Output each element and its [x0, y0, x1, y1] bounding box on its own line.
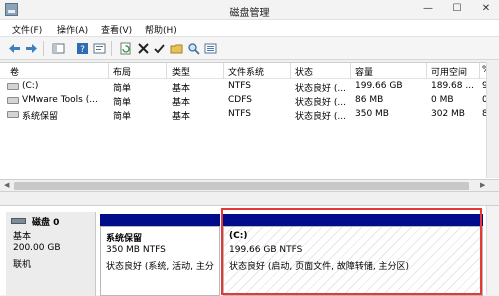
- horizontal-scrollbar[interactable]: ◀ ▶: [0, 180, 499, 192]
- back-arrow-icon[interactable]: [8, 42, 21, 55]
- volume-list: 卷 布局 类型 文件系统 状态 容量 可用空间 % (C:) 简单 基本 NTF…: [0, 62, 499, 180]
- minimize-button[interactable]: —: [421, 2, 435, 16]
- drive-icon: [7, 111, 19, 118]
- disk-info-panel[interactable]: 磁盘 0 基本 200.00 GB 联机: [6, 212, 96, 296]
- partition-system-reserved[interactable]: 系统保留 350 MB NTFS 状态良好 (系统, 活动, 主分: [100, 226, 220, 296]
- scroll-right-icon[interactable]: ▶: [480, 181, 485, 189]
- list-view-icon[interactable]: [204, 42, 217, 55]
- cd-drive-icon: [7, 97, 19, 104]
- title-bar: 磁盘管理 — ☐ ✕: [0, 0, 499, 20]
- close-button[interactable]: ✕: [479, 2, 493, 16]
- menu-file[interactable]: 文件(F): [12, 23, 42, 36]
- column-free-space[interactable]: 可用空间: [431, 65, 467, 79]
- column-type[interactable]: 类型: [172, 65, 190, 79]
- menu-action[interactable]: 操作(A): [57, 23, 88, 36]
- scroll-thumb[interactable]: [14, 182, 469, 190]
- disk-status: 联机: [13, 260, 32, 270]
- properties-icon[interactable]: [93, 42, 106, 55]
- menu-help[interactable]: 帮助(H): [145, 23, 177, 36]
- table-row[interactable]: 系统保留 简单 基本 NTFS 状态良好 (... 350 MB 302 MB …: [0, 108, 499, 122]
- disk-size: 200.00 GB: [13, 243, 61, 253]
- toolbar: ?: [0, 37, 499, 60]
- help-icon[interactable]: ?: [76, 42, 89, 55]
- drive-icon: [7, 83, 19, 90]
- delete-icon[interactable]: [137, 42, 150, 55]
- column-layout[interactable]: 布局: [113, 65, 131, 79]
- hard-disk-icon: [11, 218, 26, 224]
- folder-icon[interactable]: [170, 42, 183, 55]
- menu-view[interactable]: 查看(V): [101, 23, 132, 36]
- search-icon[interactable]: [187, 42, 200, 55]
- partition-bar-system-reserved: [100, 214, 220, 226]
- check-icon[interactable]: [153, 42, 166, 55]
- forward-arrow-icon[interactable]: [25, 42, 38, 55]
- refresh-icon[interactable]: [119, 42, 132, 55]
- column-status[interactable]: 状态: [295, 65, 313, 79]
- table-vertical-scrollbar[interactable]: [486, 62, 499, 178]
- disk-type: 基本: [13, 232, 32, 242]
- table-row[interactable]: VMware Tools (... 简单 基本 CDFS 状态良好 (... 8…: [0, 94, 499, 108]
- svg-text:?: ?: [80, 45, 85, 55]
- table-row[interactable]: (C:) 简单 基本 NTFS 状态良好 (... 199.66 GB 189.…: [0, 80, 499, 94]
- column-filesystem[interactable]: 文件系统: [228, 65, 264, 79]
- disk-name: 磁盘 0: [32, 218, 60, 228]
- bottom-vertical-scrollbar[interactable]: [486, 206, 499, 295]
- console-tree-icon[interactable]: [52, 42, 65, 55]
- maximize-button[interactable]: ☐: [450, 2, 464, 16]
- column-capacity[interactable]: 容量: [355, 65, 373, 79]
- menu-bar: 文件(F) 操作(A) 查看(V) 帮助(H): [0, 20, 499, 37]
- selection-highlight: [221, 208, 482, 295]
- column-volume[interactable]: 卷: [10, 65, 19, 79]
- scroll-left-icon[interactable]: ◀: [4, 181, 9, 189]
